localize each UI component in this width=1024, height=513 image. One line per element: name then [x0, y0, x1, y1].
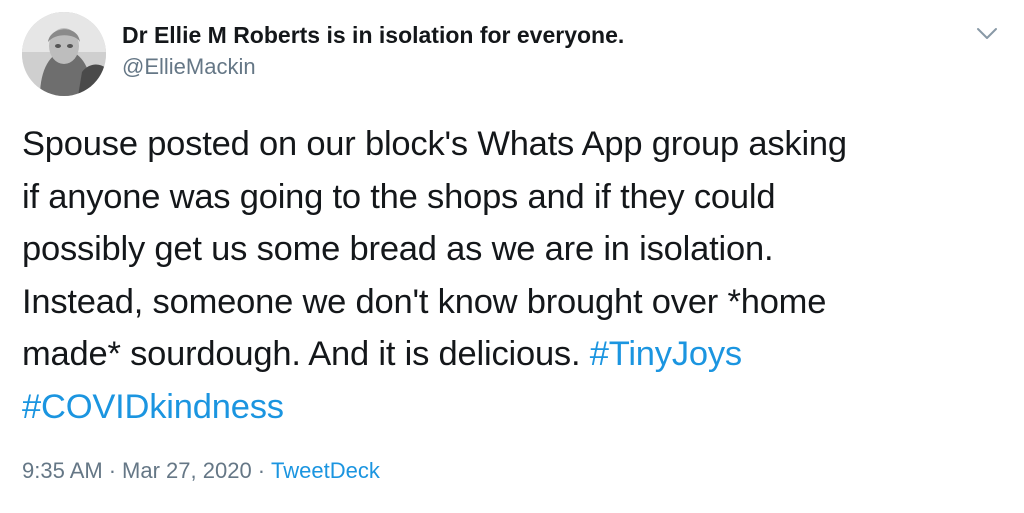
tweet-source-link[interactable]: TweetDeck	[271, 458, 380, 483]
tweet-date[interactable]: Mar 27, 2020	[122, 458, 252, 483]
user-handle[interactable]: @EllieMackin	[122, 52, 624, 82]
display-name[interactable]: Dr Ellie M Roberts is in isolation for e…	[122, 20, 624, 50]
avatar-image	[22, 12, 106, 96]
tweet-line: Spouse posted on our block's Whats App g…	[22, 125, 847, 163]
tweet-meta: 9:35 AM · Mar 27, 2020 · TweetDeck	[22, 455, 380, 487]
meta-separator: ·	[108, 458, 117, 483]
tweet-time[interactable]: 9:35 AM	[22, 458, 103, 483]
tweet-line: made* sourdough. And it is delicious. #T…	[22, 328, 1007, 381]
chevron-down-icon[interactable]	[975, 24, 999, 44]
tweet-line: if anyone was going to the shops and if …	[22, 177, 776, 216]
hashtag-covidkindness[interactable]: #COVIDkindness	[22, 388, 284, 426]
meta-separator: ·	[257, 458, 266, 483]
tweet-card: Dr Ellie M Roberts is in isolation for e…	[0, 0, 1024, 513]
tweet-line: Instead, someone we don't know brought o…	[22, 282, 827, 321]
avatar[interactable]	[22, 12, 106, 96]
tweet-line: possibly get us some bread as we are in …	[22, 230, 774, 268]
user-block: Dr Ellie M Roberts is in isolation for e…	[122, 20, 624, 82]
tweet-text: Spouse posted on our block's Whats App g…	[22, 118, 1007, 433]
tweet-line-text: made* sourdough. And it is delicious.	[22, 335, 590, 373]
hashtag-tinyjoys[interactable]: #TinyJoys	[590, 335, 742, 373]
tweet-line: #COVIDkindness	[22, 381, 1007, 434]
